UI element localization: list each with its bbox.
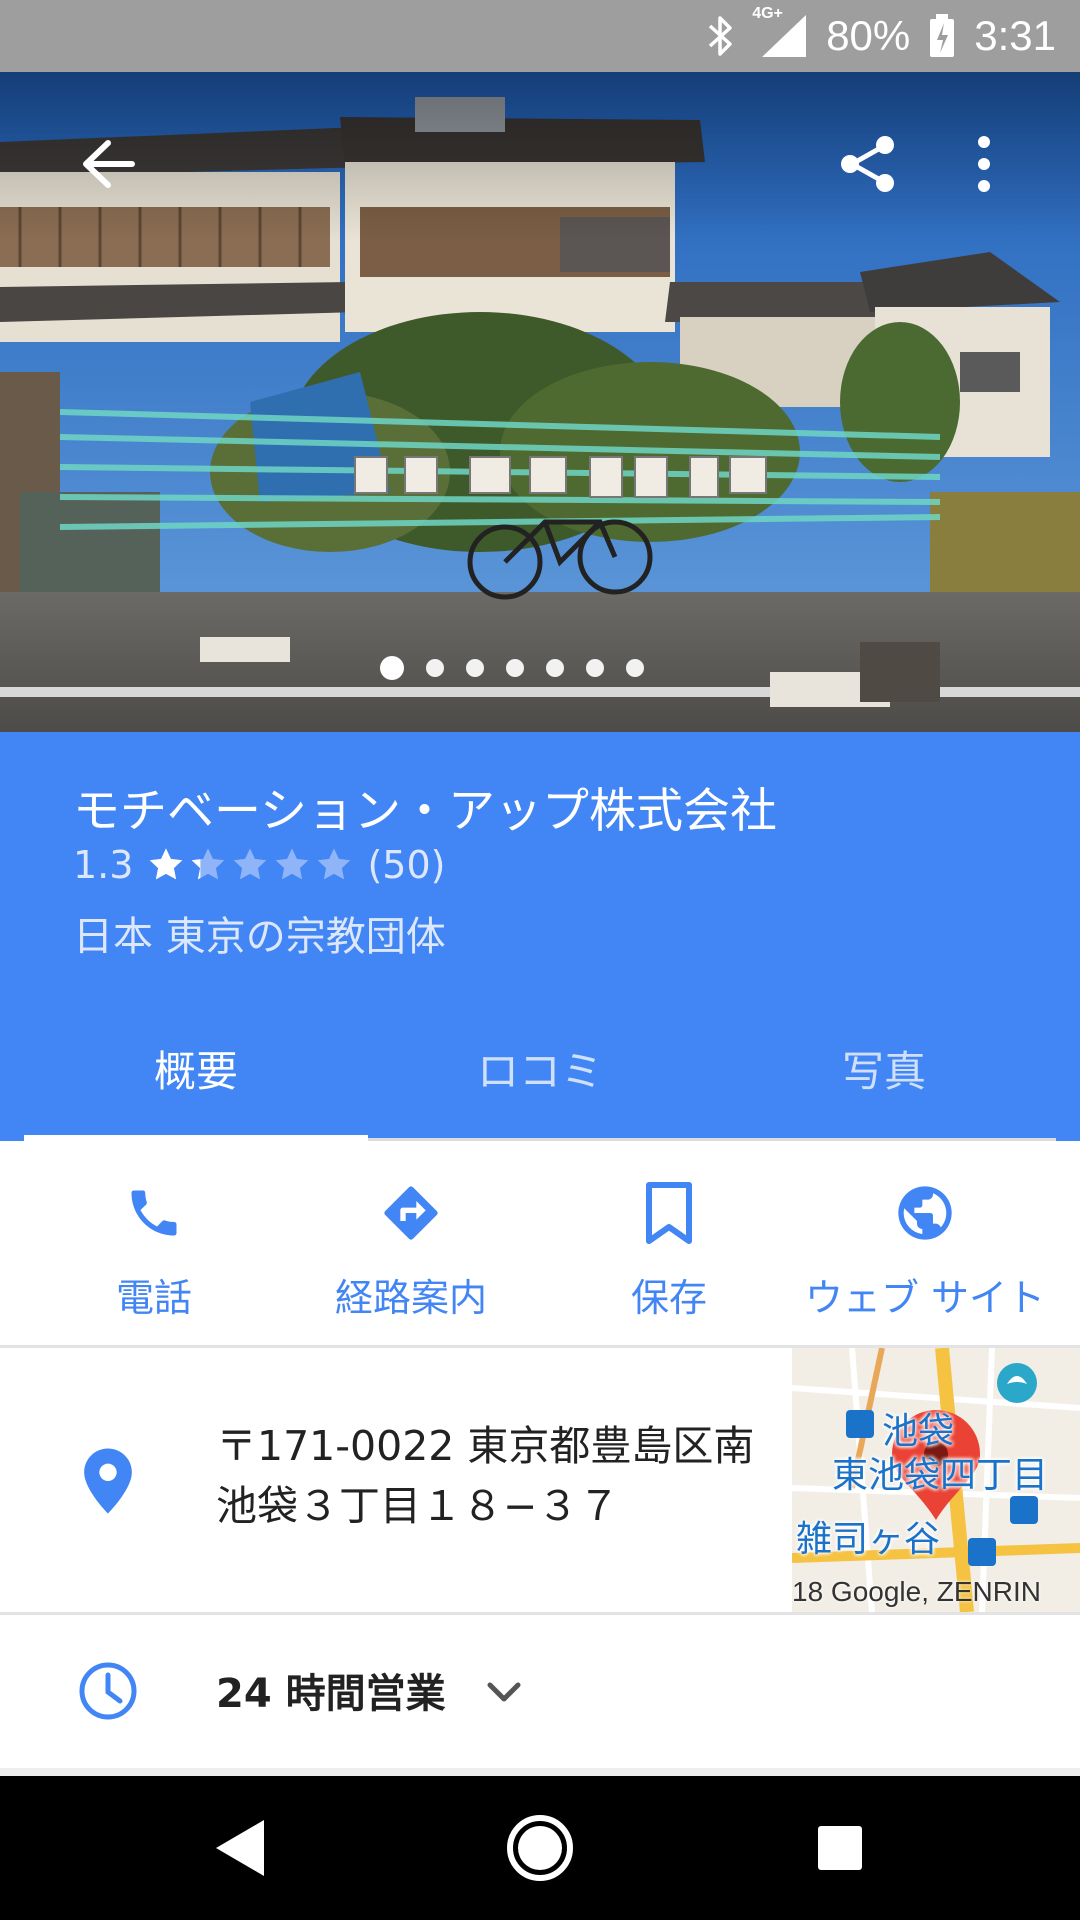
signal-icon: 4G+ xyxy=(752,5,808,59)
star-icon xyxy=(276,848,309,880)
back-button[interactable] xyxy=(66,122,150,206)
website-button[interactable]: ウェブ サイト xyxy=(790,1141,1060,1345)
map-thumbnail[interactable]: 池袋 東池袋四丁目 雑司ヶ谷 18 Google, ZENRIN xyxy=(792,1348,1080,1612)
photo-dot xyxy=(546,659,564,677)
battery-percent: 80% xyxy=(826,12,911,59)
photo-pager-dots xyxy=(380,656,644,680)
bluetooth-icon xyxy=(704,14,736,58)
nav-back-icon xyxy=(216,1820,264,1876)
save-button[interactable]: 保存 xyxy=(569,1141,769,1345)
photo-dot xyxy=(426,659,444,677)
star-icon xyxy=(150,848,183,880)
call-button[interactable]: 電話 xyxy=(54,1141,254,1345)
photo-dot xyxy=(380,656,404,680)
chevron-down-icon[interactable] xyxy=(482,1673,526,1713)
back-arrow-icon xyxy=(83,140,135,188)
photo-dot xyxy=(626,659,644,677)
star-icon xyxy=(234,848,267,880)
rating-value: 1.3 xyxy=(73,843,134,887)
bookmark-icon xyxy=(643,1177,695,1249)
address-line-2: 池袋３丁目１８−３７ xyxy=(216,1482,620,1530)
share-button[interactable] xyxy=(826,122,910,206)
star-icon xyxy=(192,848,225,880)
share-icon xyxy=(841,136,894,192)
nav-recents-button[interactable] xyxy=(770,1776,910,1920)
directions-label: 経路案内 xyxy=(334,1276,487,1320)
nav-home-icon xyxy=(507,1815,573,1881)
hours-text: 24 時間営業 xyxy=(216,1671,446,1717)
more-vert-icon xyxy=(978,136,990,192)
globe-icon xyxy=(893,1177,957,1249)
save-label: 保存 xyxy=(630,1276,707,1320)
map-label-zoshigaya: 雑司ヶ谷 xyxy=(796,1519,941,1560)
more-options-button[interactable] xyxy=(944,122,1024,206)
rating-row[interactable]: 1.3 (50) xyxy=(73,840,445,890)
place-category: 日本 東京の宗教団体 xyxy=(73,914,446,960)
map-credit: 18 Google, ZENRIN xyxy=(792,1576,1041,1607)
status-bar: 4G+ 80% 3:31 xyxy=(0,0,1080,72)
action-row: 電話 経路案内 保存 ウェブ サイト xyxy=(0,1141,1080,1345)
address-text: 〒171-0022 東京都豊島区南 池袋３丁目１８−３７ xyxy=(216,1416,776,1536)
address-row[interactable]: 〒171-0022 東京都豊島区南 池袋３丁目１８−３７ 池袋 東池袋四丁目 雑… xyxy=(0,1348,1080,1612)
phone-icon xyxy=(124,1177,184,1249)
clock-icon xyxy=(79,1662,137,1720)
photo-dot xyxy=(466,659,484,677)
network-type: 4G+ xyxy=(752,5,783,22)
nav-back-button[interactable] xyxy=(170,1776,310,1920)
place-photo[interactable] xyxy=(0,72,1080,732)
directions-icon xyxy=(379,1177,443,1249)
hours-row[interactable]: 24 時間営業 xyxy=(0,1615,1080,1768)
website-label: ウェブ サイト xyxy=(804,1276,1046,1320)
battery-charging-icon xyxy=(928,13,956,59)
place-name: モチベーション・アップ株式会社 xyxy=(73,784,778,839)
star-icon xyxy=(318,848,351,880)
rating-stars xyxy=(147,846,353,884)
photo-dot xyxy=(586,659,604,677)
tab-bar: 概要 ロコミ 写真 xyxy=(0,996,1080,1141)
divider xyxy=(0,1768,1080,1776)
tab-photos[interactable]: 写真 xyxy=(712,996,1056,1141)
status-icons: 4G+ 80% 3:31 xyxy=(704,0,1056,72)
location-pin-icon xyxy=(84,1448,132,1514)
hero-scrim xyxy=(0,72,1080,242)
clock: 3:31 xyxy=(974,12,1056,59)
nav-home-button[interactable] xyxy=(470,1776,610,1920)
tab-reviews[interactable]: ロコミ xyxy=(368,996,712,1141)
address-line-1: 〒171-0022 東京都豊島区南 xyxy=(216,1422,755,1470)
call-label: 電話 xyxy=(115,1276,192,1320)
photo-dot xyxy=(506,659,524,677)
system-nav-bar xyxy=(0,1776,1080,1920)
nav-recents-icon xyxy=(818,1826,862,1870)
directions-button[interactable]: 経路案内 xyxy=(311,1141,511,1345)
map-label-higashi-ikebukuro: 東池袋四丁目 xyxy=(832,1455,1049,1496)
review-count: (50) xyxy=(367,843,446,887)
place-header: モチベーション・アップ株式会社 1.3 (50) 日本 東京の宗教団体 xyxy=(0,732,1080,996)
tab-overview[interactable]: 概要 xyxy=(24,996,368,1141)
